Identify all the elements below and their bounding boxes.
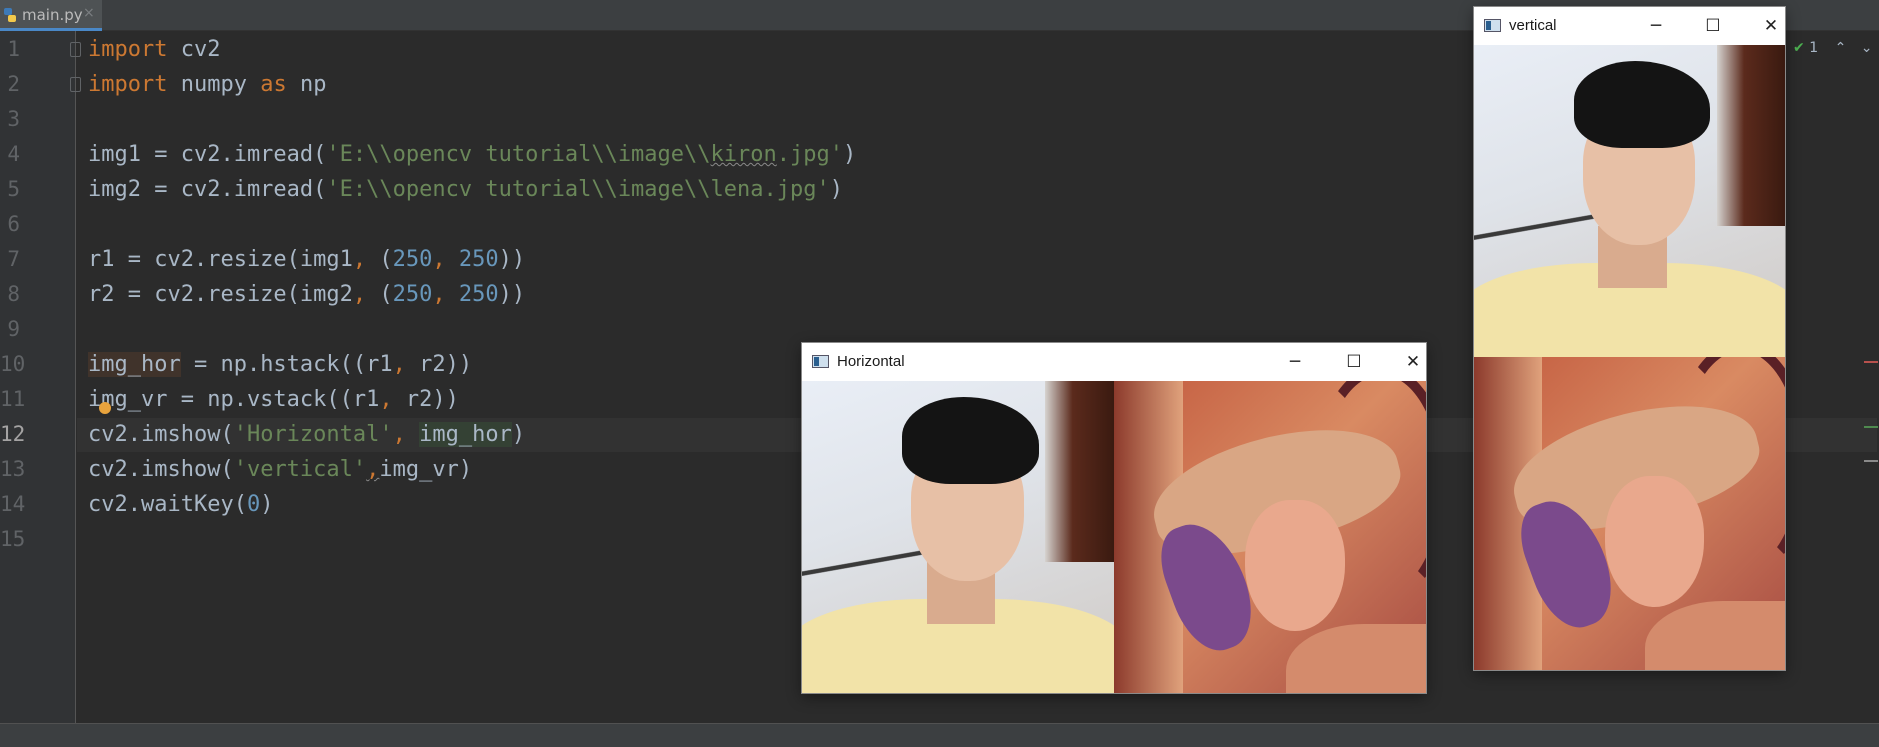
chevron-down-icon[interactable]: ⌄ (1861, 40, 1873, 56)
window-title: Horizontal (837, 353, 905, 370)
error-stripe-mark[interactable] (1864, 361, 1878, 363)
window-titlebar[interactable]: Horizontal ─ ☐ ✕ (802, 343, 1426, 381)
inspection-widget[interactable]: ✔ 1 ⌃ ⌄ (1793, 40, 1872, 56)
code-line[interactable]: import numpy as np (88, 67, 326, 102)
maximize-button[interactable]: ☐ (1696, 13, 1730, 39)
fold-marker-icon[interactable] (70, 77, 81, 92)
close-button[interactable]: ✕ (1396, 349, 1430, 375)
tab-label: main.py (22, 6, 83, 24)
lena-image (1114, 381, 1426, 693)
line-number: 3 (7, 107, 20, 131)
minimize-button[interactable]: ─ (1639, 13, 1673, 39)
line-number: 7 (7, 247, 20, 271)
warning-stripe-mark[interactable] (1864, 460, 1878, 462)
code-line[interactable]: import cv2 (88, 32, 220, 67)
minimize-button[interactable]: ─ (1278, 349, 1312, 375)
line-number: 13 (0, 457, 26, 481)
horizontal-window[interactable]: Horizontal ─ ☐ ✕ (802, 343, 1426, 693)
code-line[interactable]: img_hor = np.hstack((r1, r2)) (88, 347, 472, 382)
line-number: 6 (7, 212, 20, 236)
close-tab-icon[interactable]: × (83, 5, 95, 21)
window-title: vertical (1509, 17, 1557, 34)
change-stripe-mark[interactable] (1864, 426, 1878, 428)
python-file-icon (4, 8, 16, 22)
app-icon (1484, 19, 1501, 32)
window-titlebar[interactable]: vertical ─ ☐ ✕ (1474, 7, 1785, 45)
code-line[interactable]: r1 = cv2.resize(img1, (250, 250)) (88, 242, 525, 277)
intention-bulb-icon[interactable] (99, 402, 111, 414)
kiron-image (1474, 45, 1785, 357)
maximize-button[interactable]: ☐ (1337, 349, 1371, 375)
line-number: 1 (7, 37, 20, 61)
check-icon: ✔ (1793, 40, 1805, 56)
line-number: 8 (7, 282, 20, 306)
vertical-window[interactable]: vertical ─ ☐ ✕ (1474, 7, 1785, 670)
line-number: 4 (7, 142, 20, 166)
line-number: 15 (0, 527, 26, 551)
line-number-current: 12 (0, 422, 26, 446)
line-number: 2 (7, 72, 20, 96)
code-line[interactable]: cv2.waitKey(0) (88, 487, 273, 522)
code-line[interactable]: r2 = cv2.resize(img2, (250, 250)) (88, 277, 525, 312)
line-number: 14 (0, 492, 26, 516)
app-icon (812, 355, 829, 368)
fold-marker-icon[interactable] (70, 42, 81, 57)
code-line[interactable]: img1 = cv2.imread('E:\\opencv tutorial\\… (88, 137, 856, 172)
code-line[interactable]: cv2.imshow('Horizontal', img_hor) (88, 417, 525, 452)
code-line[interactable]: img_vr = np.vstack((r1, r2)) (88, 382, 459, 417)
lena-image (1474, 357, 1785, 670)
close-button[interactable]: ✕ (1754, 13, 1788, 39)
inspection-count: 1 (1809, 40, 1819, 56)
line-number: 9 (7, 317, 20, 341)
line-number: 10 (0, 352, 26, 376)
code-line[interactable]: cv2.imshow('vertical',img_vr) (88, 452, 472, 487)
line-number: 11 (0, 387, 26, 411)
line-number: 5 (7, 177, 20, 201)
chevron-up-icon[interactable]: ⌃ (1835, 40, 1847, 56)
tab-main-py[interactable]: main.py × (0, 0, 102, 31)
status-bar (0, 723, 1879, 747)
kiron-image (802, 381, 1114, 693)
code-line[interactable]: img2 = cv2.imread('E:\\opencv tutorial\\… (88, 172, 843, 207)
